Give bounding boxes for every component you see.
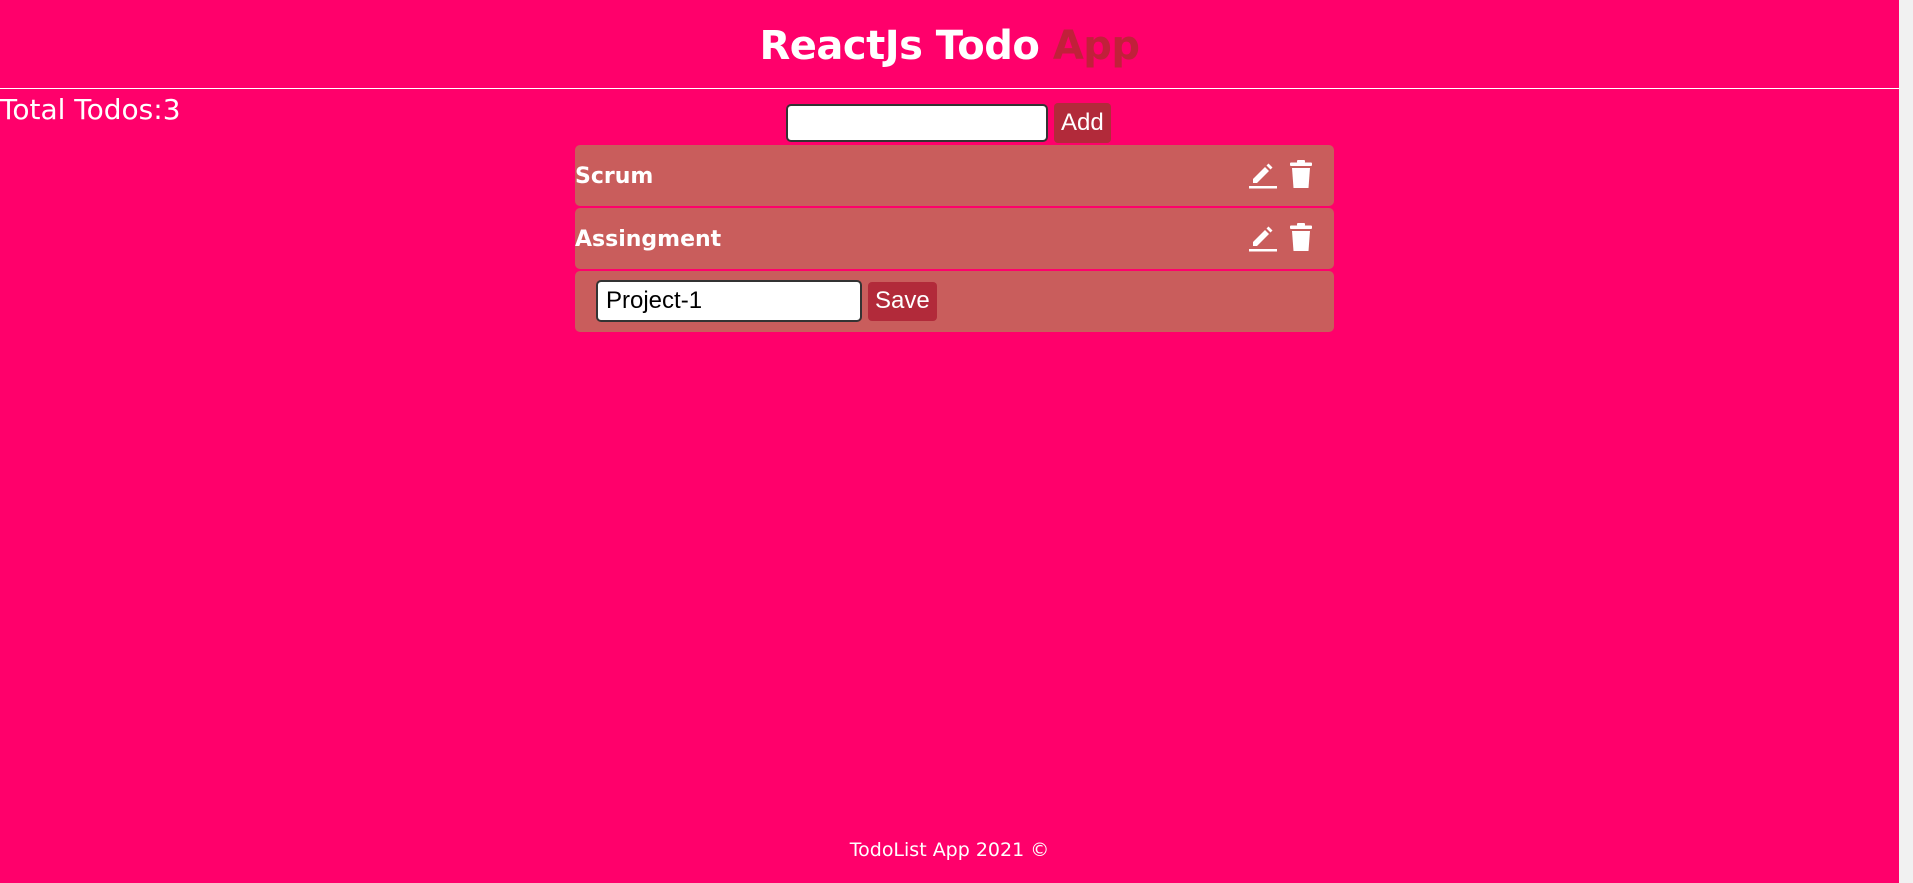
add-button[interactable]: Add bbox=[1054, 103, 1111, 143]
app-page: ReactJs Todo App Total Todos:3 Add Scrum bbox=[0, 0, 1913, 883]
todo-actions bbox=[1248, 159, 1316, 189]
todo-item: Assingment bbox=[575, 208, 1334, 269]
todo-label: Scrum bbox=[575, 164, 654, 189]
app-title: ReactJs Todo App bbox=[0, 20, 1899, 72]
todo-item: Scrum bbox=[575, 145, 1334, 206]
todo-label: Assingment bbox=[575, 227, 722, 252]
vertical-scrollbar[interactable] bbox=[1899, 0, 1913, 883]
app-header: ReactJs Todo App bbox=[0, 0, 1899, 89]
todo-edit-row: Save bbox=[575, 271, 1334, 332]
todo-list: Scrum Assingment Project-1 Save bbox=[575, 145, 1334, 332]
app-title-accent: App bbox=[1052, 23, 1140, 69]
pencil-icon[interactable] bbox=[1248, 222, 1278, 252]
trash-icon[interactable] bbox=[1286, 222, 1316, 252]
edit-todo-input[interactable] bbox=[596, 280, 862, 322]
add-todo-form: Add bbox=[786, 102, 1111, 144]
app-title-main: ReactJs Todo bbox=[759, 23, 1040, 69]
save-button[interactable]: Save bbox=[868, 281, 937, 321]
new-todo-input[interactable] bbox=[786, 104, 1048, 142]
todo-actions bbox=[1248, 222, 1316, 252]
edit-todo-form: Save bbox=[596, 280, 937, 322]
total-todos-counter: Total Todos:3 bbox=[0, 93, 181, 126]
footer-text: TodoList App 2021 © bbox=[849, 839, 1050, 861]
pencil-icon[interactable] bbox=[1248, 159, 1278, 189]
trash-icon[interactable] bbox=[1286, 159, 1316, 189]
